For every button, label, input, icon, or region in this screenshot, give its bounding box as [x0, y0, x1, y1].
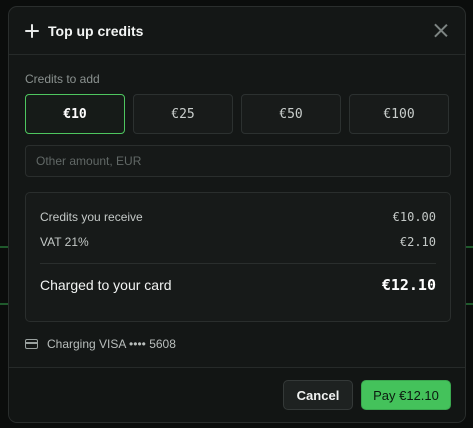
dialog-body: Credits to add €10 €25 €50 €100 Credits … [9, 55, 465, 351]
total-value: €12.10 [381, 276, 436, 294]
payment-method-text: Charging VISA •••• 5608 [47, 337, 176, 351]
credit-card-icon [25, 339, 38, 349]
vat-label: VAT 21% [40, 235, 89, 249]
credits-section-label: Credits to add [25, 72, 100, 86]
summary-row-total: Charged to your card €12.10 [40, 264, 436, 306]
amount-option-100[interactable]: €100 [349, 94, 449, 134]
total-label: Charged to your card [40, 277, 172, 293]
close-icon[interactable] [434, 24, 447, 37]
other-amount-input[interactable] [25, 145, 451, 177]
cancel-button[interactable]: Cancel [283, 380, 353, 410]
summary-row-vat: VAT 21% €2.10 [40, 229, 436, 255]
amount-options: €10 €25 €50 €100 [25, 94, 449, 134]
amount-option-10[interactable]: €10 [25, 94, 125, 134]
vat-value: €2.10 [399, 235, 436, 249]
dialog-header: Top up credits [9, 7, 465, 55]
pay-button[interactable]: Pay €12.10 [361, 380, 451, 410]
amount-option-25[interactable]: €25 [133, 94, 233, 134]
summary-row-receive: Credits you receive €10.00 [40, 205, 436, 229]
top-up-dialog: Top up credits Credits to add €10 €25 €5… [8, 6, 466, 423]
dialog-footer: Cancel Pay €12.10 [9, 367, 465, 422]
charge-summary: Credits you receive €10.00 VAT 21% €2.10… [25, 192, 451, 322]
plus-icon [25, 23, 39, 38]
receive-label: Credits you receive [40, 210, 143, 224]
amount-option-50[interactable]: €50 [241, 94, 341, 134]
dialog-title: Top up credits [48, 22, 144, 39]
payment-method: Charging VISA •••• 5608 [25, 337, 449, 351]
receive-value: €10.00 [392, 210, 436, 224]
